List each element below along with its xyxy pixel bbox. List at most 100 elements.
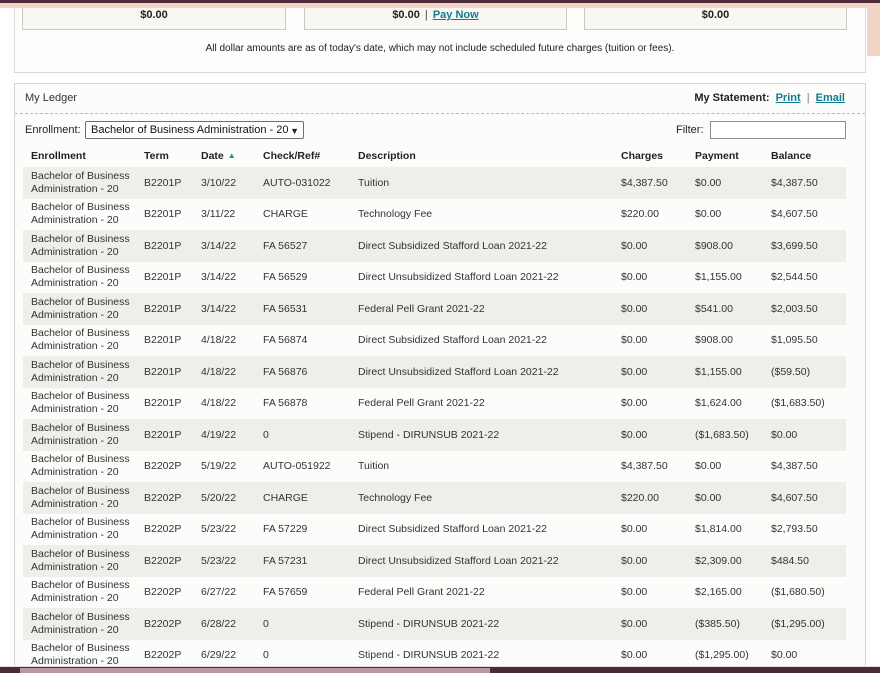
- email-link[interactable]: Email: [816, 92, 845, 104]
- cell-charges: $4,387.50: [621, 167, 695, 199]
- cell-charges: $0.00: [621, 545, 695, 577]
- cell-ref: FA 57229: [263, 514, 358, 546]
- table-row: Bachelor of Business Administration - 20…: [23, 482, 846, 514]
- ledger-header: My Ledger My Statement: Print | Email: [15, 84, 865, 114]
- table-row: Bachelor of Business Administration - 20…: [23, 356, 846, 388]
- cell-payment: $1,814.00: [695, 514, 771, 546]
- cell-charges: $0.00: [621, 325, 695, 357]
- cell-description: Direct Unsubsidized Stafford Loan 2021-2…: [358, 356, 621, 388]
- cell-term: B2201P: [144, 325, 201, 357]
- summary-amount: $0.00: [392, 9, 420, 21]
- cell-ref: AUTO-051922: [263, 451, 358, 483]
- cell-payment: ($1,683.50): [695, 419, 771, 451]
- cell-ref: 0: [263, 419, 358, 451]
- table-row: Bachelor of Business Administration - 20…: [23, 167, 846, 199]
- cell-term: B2201P: [144, 293, 201, 325]
- table-row: Bachelor of Business Administration - 20…: [23, 262, 846, 294]
- cell-ref: AUTO-031022: [263, 167, 358, 199]
- table-row: Bachelor of Business Administration - 20…: [23, 419, 846, 451]
- cell-payment: $2,309.00: [695, 545, 771, 577]
- col-header-charges[interactable]: Charges: [621, 145, 695, 167]
- col-header-date[interactable]: Date▲: [201, 145, 263, 167]
- cell-term: B2201P: [144, 262, 201, 294]
- cell-balance: ($59.50): [771, 356, 846, 388]
- cell-term: B2201P: [144, 230, 201, 262]
- cell-ref: FA 57659: [263, 577, 358, 609]
- cell-term: B2202P: [144, 482, 201, 514]
- table-row: Bachelor of Business Administration - 20…: [23, 608, 846, 640]
- top-right-accent: [867, 8, 880, 56]
- cell-enrollment: Bachelor of Business Administration - 20: [23, 167, 144, 199]
- cell-payment: $908.00: [695, 325, 771, 357]
- cell-charges: $0.00: [621, 356, 695, 388]
- horizontal-scrollbar-thumb[interactable]: [20, 668, 490, 673]
- cell-description: Federal Pell Grant 2021-22: [358, 293, 621, 325]
- cell-date: 4/19/22: [201, 419, 263, 451]
- cell-balance: $4,607.50: [771, 199, 846, 231]
- cell-enrollment: Bachelor of Business Administration - 20: [23, 482, 144, 514]
- horizontal-scrollbar[interactable]: [0, 666, 880, 673]
- ledger-controls: Enrollment: Bachelor of Business Adminis…: [15, 115, 865, 146]
- cell-charges: $0.00: [621, 262, 695, 294]
- ledger-table-wrap: Enrollment Term Date▲ Check/Ref# Descrip…: [23, 145, 846, 671]
- cell-description: Direct Unsubsidized Stafford Loan 2021-2…: [358, 545, 621, 577]
- cell-ref: FA 56529: [263, 262, 358, 294]
- col-header-description[interactable]: Description: [358, 145, 621, 167]
- table-row: Bachelor of Business Administration - 20…: [23, 325, 846, 357]
- cell-enrollment: Bachelor of Business Administration - 20: [23, 419, 144, 451]
- col-header-payment[interactable]: Payment: [695, 145, 771, 167]
- cell-date: 3/11/22: [201, 199, 263, 231]
- cell-payment: $0.00: [695, 167, 771, 199]
- ledger-rows: Bachelor of Business Administration - 20…: [23, 167, 846, 671]
- statement-label: My Statement:: [694, 92, 769, 104]
- cell-ref: 0: [263, 608, 358, 640]
- col-header-check-ref[interactable]: Check/Ref#: [263, 145, 358, 167]
- cell-term: B2202P: [144, 577, 201, 609]
- cell-date: 5/23/22: [201, 514, 263, 546]
- col-header-balance[interactable]: Balance: [771, 145, 846, 167]
- enrollment-label: Enrollment:: [25, 124, 81, 136]
- filter-input[interactable]: [710, 121, 846, 139]
- table-row: Bachelor of Business Administration - 20…: [23, 514, 846, 546]
- statement-links: My Statement: Print | Email: [694, 92, 845, 104]
- cell-payment: $2,165.00: [695, 577, 771, 609]
- cell-term: B2202P: [144, 608, 201, 640]
- cell-ref: CHARGE: [263, 482, 358, 514]
- cell-description: Technology Fee: [358, 482, 621, 514]
- cell-term: B2201P: [144, 419, 201, 451]
- enrollment-select[interactable]: Bachelor of Business Administration - 20…: [85, 121, 304, 139]
- cell-date: 3/14/22: [201, 293, 263, 325]
- separator: |: [807, 92, 810, 104]
- cell-payment: $541.00: [695, 293, 771, 325]
- chevron-down-icon: ▼: [290, 123, 299, 139]
- col-header-enrollment[interactable]: Enrollment: [23, 145, 144, 167]
- cell-date: 4/18/22: [201, 325, 263, 357]
- table-row: Bachelor of Business Administration - 20…: [23, 545, 846, 577]
- cell-date: 3/14/22: [201, 262, 263, 294]
- cell-balance: ($1,683.50): [771, 388, 846, 420]
- table-row: Bachelor of Business Administration - 20…: [23, 230, 846, 262]
- cell-balance: $4,607.50: [771, 482, 846, 514]
- summary-note: All dollar amounts are as of today's dat…: [15, 43, 865, 54]
- cell-description: Direct Subsidized Stafford Loan 2021-22: [358, 325, 621, 357]
- col-header-term[interactable]: Term: [144, 145, 201, 167]
- cell-balance: ($1,680.50): [771, 577, 846, 609]
- cell-charges: $220.00: [621, 199, 695, 231]
- cell-ref: FA 56878: [263, 388, 358, 420]
- cell-description: Tuition: [358, 167, 621, 199]
- cell-enrollment: Bachelor of Business Administration - 20: [23, 451, 144, 483]
- cell-enrollment: Bachelor of Business Administration - 20: [23, 230, 144, 262]
- cell-balance: $2,003.50: [771, 293, 846, 325]
- cell-description: Technology Fee: [358, 199, 621, 231]
- print-link[interactable]: Print: [776, 92, 801, 104]
- cell-term: B2202P: [144, 545, 201, 577]
- summary-amount: $0.00: [140, 9, 168, 21]
- cell-enrollment: Bachelor of Business Administration - 20: [23, 388, 144, 420]
- cell-payment: ($385.50): [695, 608, 771, 640]
- pay-now-link[interactable]: Pay Now: [433, 9, 479, 21]
- cell-term: B2201P: [144, 199, 201, 231]
- cell-enrollment: Bachelor of Business Administration - 20: [23, 325, 144, 357]
- ledger-panel: My Ledger My Statement: Print | Email En…: [14, 83, 866, 673]
- cell-date: 5/23/22: [201, 545, 263, 577]
- cell-balance: ($1,295.00): [771, 608, 846, 640]
